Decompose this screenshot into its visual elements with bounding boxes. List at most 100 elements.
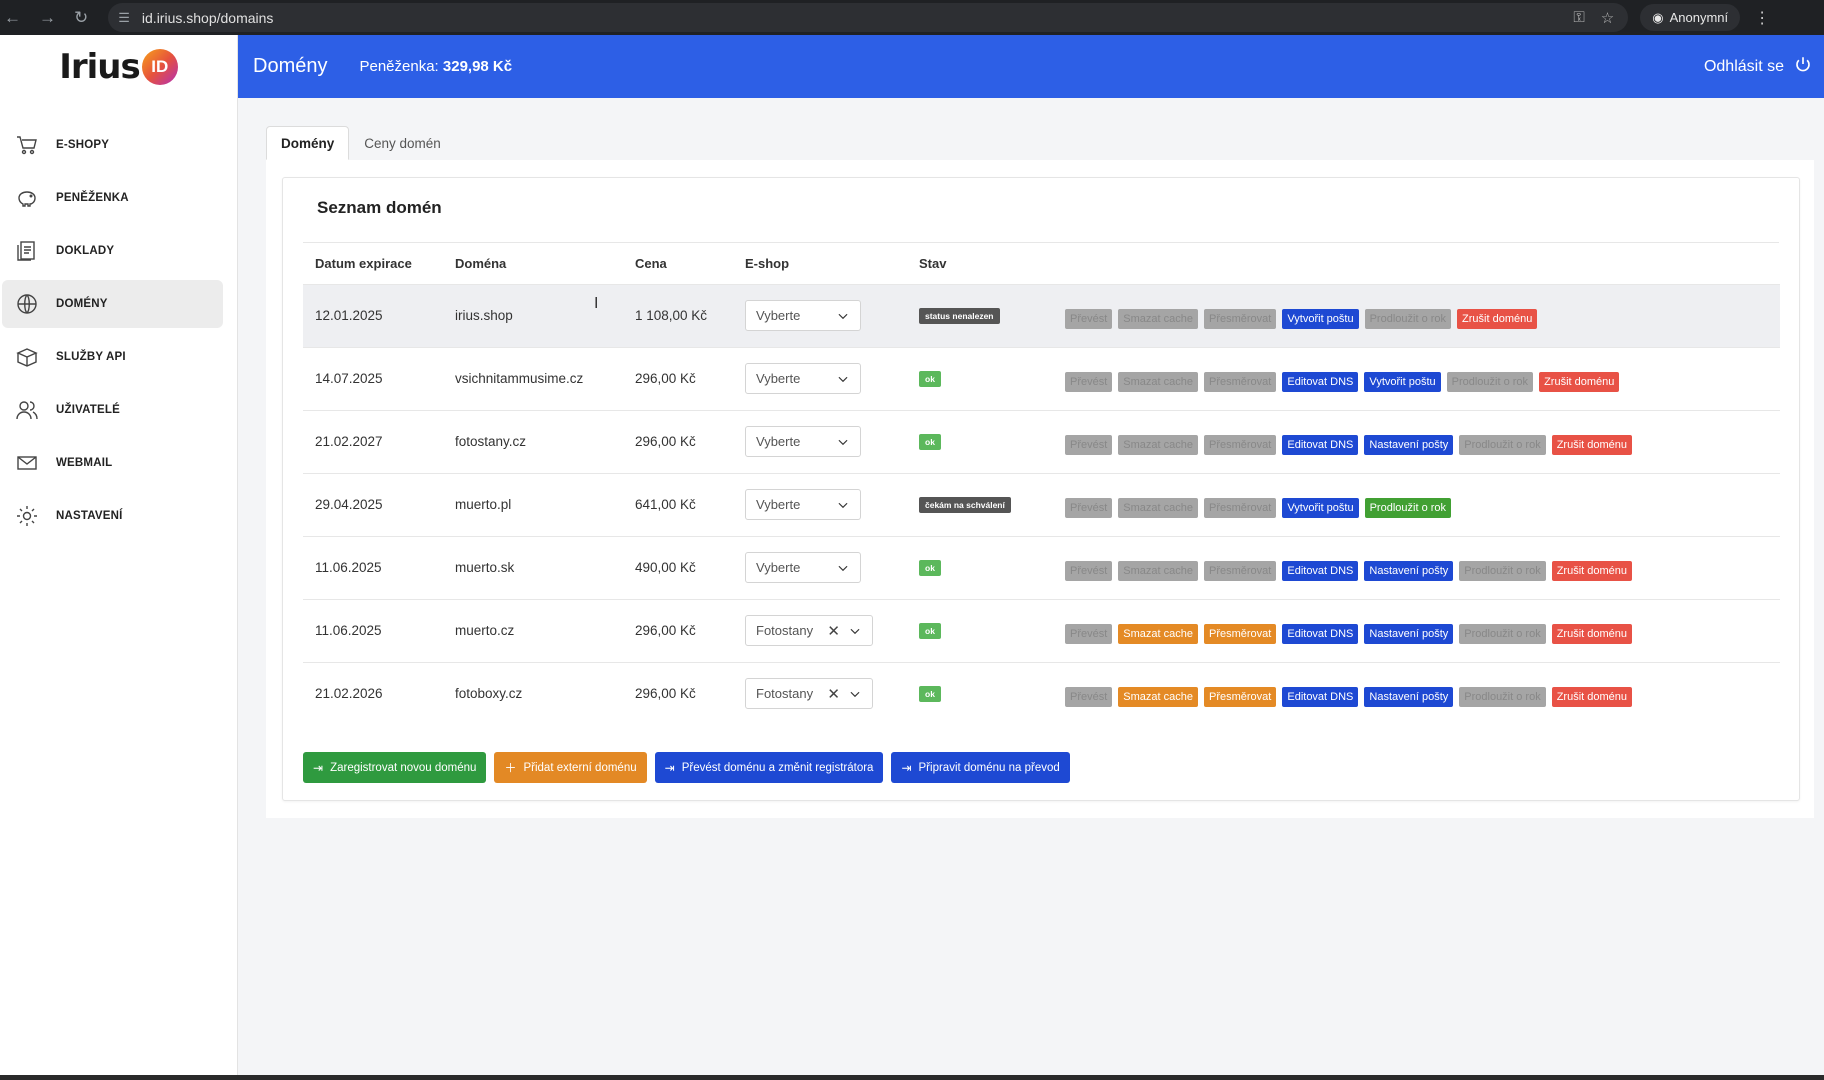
- gear-icon: [14, 503, 40, 529]
- extend-year-button[interactable]: Prodloužit o rok: [1364, 308, 1452, 329]
- address-bar[interactable]: ☰ id.irius.shop/domains ⚿ ☆: [108, 3, 1629, 32]
- transfer-button[interactable]: Převést: [1065, 686, 1113, 707]
- extend-year-button[interactable]: Prodloužit o rok: [1446, 371, 1534, 392]
- transfer-button[interactable]: Převést: [1065, 560, 1113, 581]
- cancel-domain-button[interactable]: Zrušit doménu: [1551, 560, 1633, 581]
- sidebar-item-doklady[interactable]: DOKLADY: [2, 227, 223, 275]
- clear-cache-button[interactable]: Smazat cache: [1118, 560, 1198, 581]
- column-header[interactable]: Cena: [623, 243, 733, 284]
- profile-button[interactable]: ◉ Anonymní: [1640, 4, 1741, 31]
- logout-button[interactable]: Odhlásit se: [1704, 55, 1812, 78]
- transfer-button[interactable]: Převést: [1065, 371, 1113, 392]
- extend-year-button[interactable]: Prodloužit o rok: [1459, 623, 1546, 644]
- redirect-button[interactable]: Přesměrovat: [1204, 308, 1277, 329]
- mail-settings-button[interactable]: Nastavení pošty: [1364, 623, 1454, 644]
- edit-dns-button[interactable]: Editovat DNS: [1282, 371, 1359, 392]
- domain-price: 1 108,00 Kč: [623, 283, 733, 347]
- column-header[interactable]: E-shop: [733, 243, 907, 284]
- domain-price: 296,00 Kč: [623, 409, 733, 473]
- column-header[interactable]: Doména: [443, 243, 623, 284]
- mail-settings-button[interactable]: Nastavení pošty: [1364, 560, 1454, 581]
- sidebar-item-eshopy[interactable]: E-SHOPY: [2, 121, 223, 169]
- cancel-domain-button[interactable]: Zrušit doménu: [1539, 371, 1620, 392]
- cancel-domain-button[interactable]: Zrušit doménu: [1457, 308, 1538, 329]
- clear-cache-button[interactable]: Smazat cache: [1118, 371, 1198, 392]
- redirect-button[interactable]: Přesměrovat: [1204, 686, 1277, 707]
- create-mail-button[interactable]: Vytvořit poštu: [1282, 497, 1359, 518]
- create-mail-button[interactable]: Vytvořit poštu: [1364, 371, 1441, 392]
- eshop-select[interactable]: Vyberte: [745, 426, 861, 457]
- eshop-select-value: Vyberte: [756, 308, 801, 323]
- clear-cache-button[interactable]: Smazat cache: [1118, 686, 1198, 707]
- eshop-select[interactable]: Vyberte: [745, 552, 861, 583]
- register-domain-button[interactable]: ⇥ Zaregistrovat novou doménu: [303, 752, 487, 783]
- redirect-button[interactable]: Přesměrovat: [1204, 497, 1277, 518]
- main-content: Domény Ceny domén Seznam domén Datum exp…: [238, 98, 1824, 1075]
- edit-dns-button[interactable]: Editovat DNS: [1282, 686, 1359, 707]
- edit-dns-button[interactable]: Editovat DNS: [1282, 623, 1359, 644]
- prepare-transfer-button[interactable]: ⇥ Připravit doménu na převod: [891, 752, 1070, 783]
- transfer-domain-button[interactable]: ⇥ Převést doménu a změnit registrátora: [654, 752, 884, 783]
- redirect-button[interactable]: Přesměrovat: [1204, 623, 1277, 644]
- eshop-select[interactable]: Vyberte: [745, 489, 861, 520]
- documents-icon: [14, 238, 40, 264]
- chevron-down-icon: [850, 691, 860, 697]
- cancel-domain-button[interactable]: Zrušit doménu: [1551, 686, 1633, 707]
- transfer-button[interactable]: Převést: [1065, 497, 1113, 518]
- domain-price: 296,00 Kč: [623, 346, 733, 410]
- sidebar-item-sluzby-api[interactable]: SLUŽBY API: [2, 333, 223, 381]
- table-row: 12.01.2025 irius.shop 1 108,00 Kč Vybert…: [303, 283, 1780, 347]
- clear-icon[interactable]: ✕: [827, 685, 840, 703]
- extend-year-button[interactable]: Prodloužit o rok: [1459, 686, 1546, 707]
- table-row: 21.02.2027 fotostany.cz 296,00 Kč Vybert…: [303, 409, 1780, 473]
- sidebar-item-domeny[interactable]: DOMÉNY: [2, 280, 223, 328]
- cancel-domain-button[interactable]: Zrušit doménu: [1551, 434, 1633, 455]
- column-header[interactable]: Datum expirace: [303, 243, 443, 284]
- sidebar-item-webmail[interactable]: WEBMAIL: [2, 439, 223, 487]
- site-settings-icon[interactable]: ☰: [118, 10, 130, 26]
- add-external-domain-button[interactable]: ＋ Přidat externí doménu: [494, 752, 647, 783]
- bookmark-star-icon[interactable]: ☆: [1601, 9, 1614, 27]
- eshop-select[interactable]: Fotostany ✕: [745, 615, 873, 646]
- eshop-select[interactable]: Vyberte: [745, 363, 861, 394]
- forward-icon[interactable]: →: [39, 8, 56, 28]
- clear-cache-button[interactable]: Smazat cache: [1118, 434, 1198, 455]
- sidebar-item-penezenka[interactable]: PENĚŽENKA: [2, 174, 223, 222]
- create-mail-button[interactable]: Vytvořit poštu: [1282, 308, 1359, 329]
- redirect-button[interactable]: Přesměrovat: [1204, 371, 1277, 392]
- reload-icon[interactable]: ↻: [74, 8, 88, 28]
- extend-year-button[interactable]: Prodloužit o rok: [1364, 497, 1452, 518]
- clear-cache-button[interactable]: Smazat cache: [1118, 623, 1198, 644]
- edit-dns-button[interactable]: Editovat DNS: [1282, 434, 1359, 455]
- table-row: 11.06.2025 muerto.cz 296,00 Kč Fotostany…: [303, 598, 1780, 662]
- page-title: Domény: [253, 55, 328, 77]
- column-header[interactable]: Stav: [907, 243, 1053, 284]
- tab-domeny[interactable]: Domény: [266, 126, 350, 160]
- extend-year-button[interactable]: Prodloužit o rok: [1459, 560, 1546, 581]
- transfer-button[interactable]: Převést: [1065, 308, 1113, 329]
- mail-settings-button[interactable]: Nastavení pošty: [1364, 686, 1454, 707]
- taskbar: [0, 1075, 1824, 1080]
- eshop-select[interactable]: Vyberte: [745, 300, 861, 331]
- eshop-select-value: Fotostany: [756, 623, 814, 638]
- clear-cache-button[interactable]: Smazat cache: [1118, 497, 1198, 518]
- tab-ceny-domen[interactable]: Ceny domén: [349, 126, 456, 160]
- sidebar-item-uzivatele[interactable]: UŽIVATELÉ: [2, 386, 223, 434]
- sidebar-item-nastaveni[interactable]: NASTAVENÍ: [2, 492, 223, 540]
- logo[interactable]: Irius ID: [0, 35, 237, 99]
- mail-settings-button[interactable]: Nastavení pošty: [1364, 434, 1454, 455]
- redirect-button[interactable]: Přesměrovat: [1204, 434, 1277, 455]
- edit-dns-button[interactable]: Editovat DNS: [1282, 560, 1359, 581]
- transfer-button[interactable]: Převést: [1065, 623, 1113, 644]
- extend-year-button[interactable]: Prodloužit o rok: [1459, 434, 1546, 455]
- back-icon[interactable]: ←: [4, 8, 21, 28]
- browser-menu-icon[interactable]: ⋮: [1754, 8, 1770, 28]
- transfer-button[interactable]: Převést: [1065, 434, 1113, 455]
- clear-icon[interactable]: ✕: [827, 622, 840, 640]
- eshop-select[interactable]: Fotostany ✕: [745, 678, 873, 710]
- key-icon[interactable]: ⚿: [1573, 9, 1584, 27]
- clear-cache-button[interactable]: Smazat cache: [1118, 308, 1198, 329]
- cancel-domain-button[interactable]: Zrušit doménu: [1551, 623, 1633, 644]
- redirect-button[interactable]: Přesměrovat: [1204, 560, 1277, 581]
- status-badge: ok: [919, 623, 941, 639]
